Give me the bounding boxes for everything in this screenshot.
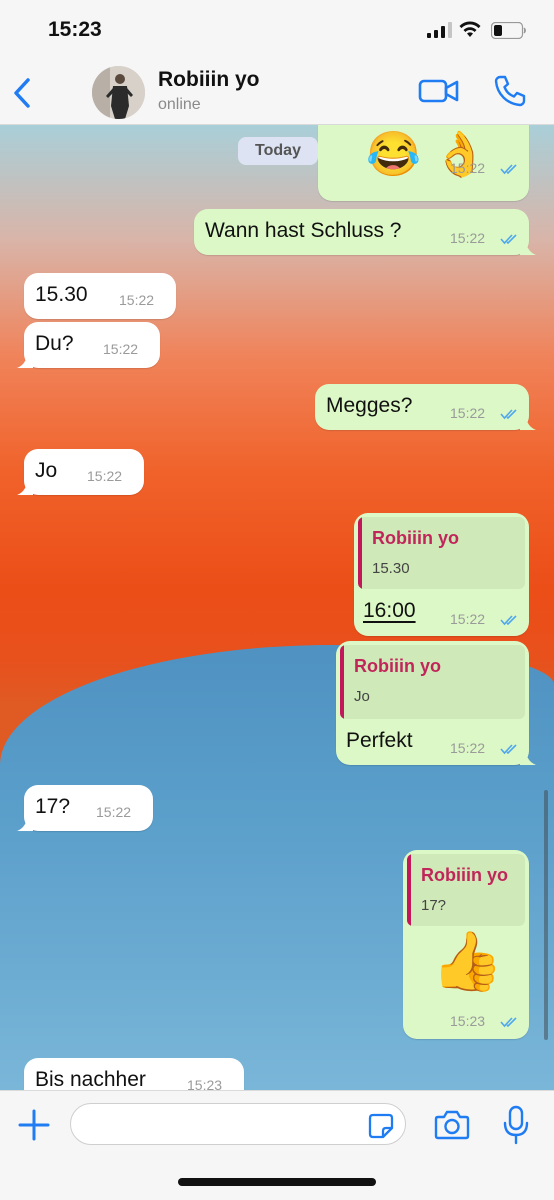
read-ticks-icon (500, 1017, 517, 1028)
bubble-tail (520, 414, 536, 430)
quoted-message[interactable]: Robiiin yo 15.30 (358, 517, 525, 589)
message-bubble-incoming[interactable]: 17? 15:22 (17, 785, 153, 831)
read-ticks-icon (500, 164, 517, 175)
chat-header: Robiiin yo online (0, 58, 554, 125)
battery-icon (491, 22, 526, 39)
read-ticks-icon (500, 409, 517, 420)
message-time: 15:22 (450, 230, 486, 246)
message-text: Bis nachher (35, 1068, 146, 1090)
sticker-icon[interactable] (368, 1113, 394, 1139)
contact-status: online (158, 96, 201, 113)
message-time: 15:22 (450, 611, 486, 627)
read-ticks-icon (500, 744, 517, 755)
message-text: Megges? (326, 394, 413, 417)
chat-area[interactable]: 😂👌 15:22 Today Wann hast Schluss ? 15:22… (0, 125, 554, 1090)
avatar-photo-icon (92, 66, 145, 119)
message-bubble-outgoing-reply[interactable]: Robiiin yo 15.30 16:00 15:22 (354, 513, 529, 636)
message-bubble-outgoing[interactable]: Megges? 15:22 (315, 384, 536, 430)
message-time: 15:22 (450, 740, 486, 756)
bubble-tail (17, 479, 33, 495)
quote-text: 17? (421, 897, 447, 914)
contact-avatar[interactable] (92, 66, 145, 119)
home-indicator[interactable] (178, 1178, 376, 1186)
message-bubble-incoming[interactable]: Jo 15:22 (17, 449, 144, 495)
message-bubble-outgoing[interactable]: Wann hast Schluss ? 15:22 (194, 209, 536, 255)
message-time: 15:22 (103, 341, 139, 357)
message-text: Du? (35, 332, 74, 355)
message-time: 15:23 (187, 1077, 223, 1090)
message-time: 15:22 (450, 160, 486, 176)
quote-bar (407, 854, 411, 926)
date-separator: Today (238, 137, 318, 165)
message-time: 15:22 (450, 405, 486, 421)
message-text: Wann hast Schluss ? (205, 219, 402, 242)
quoted-message[interactable]: Robiiin yo Jo (340, 645, 525, 719)
message-text: Perfekt (346, 729, 413, 752)
quote-author: Robiiin yo (354, 656, 441, 676)
phone-icon[interactable] (493, 74, 527, 108)
message-text: Jo (35, 459, 58, 482)
wifi-icon (459, 21, 481, 37)
quote-bar (340, 645, 344, 719)
cellular-signal-icon (427, 22, 452, 38)
message-time: 15:22 (87, 468, 123, 484)
quoted-message[interactable]: Robiiin yo 17? (407, 854, 525, 926)
message-emoji: 👍 (431, 929, 504, 994)
message-input[interactable] (70, 1103, 406, 1145)
plus-icon[interactable] (18, 1109, 50, 1141)
message-bubble-outgoing-reply[interactable]: Robiiin yo 17? 👍 15:23 (403, 850, 529, 1039)
bubble-tail (17, 815, 33, 831)
bubble-tail (520, 749, 536, 765)
microphone-icon[interactable] (503, 1105, 529, 1145)
message-bubble-incoming[interactable]: 15.30 15:22 (24, 273, 176, 319)
quote-text: Jo (354, 688, 370, 705)
message-bubble-outgoing-reply[interactable]: Robiiin yo Jo Perfekt 15:22 (336, 641, 536, 765)
status-time: 15:23 (48, 18, 102, 41)
bubble-tail (520, 239, 536, 255)
video-call-icon[interactable] (418, 76, 460, 106)
quote-text: 15.30 (372, 560, 410, 577)
quote-author: Robiiin yo (421, 865, 508, 885)
message-time: 15:22 (119, 292, 155, 308)
message-bubble-outgoing[interactable]: 😂👌 15:22 (318, 125, 529, 201)
contact-name[interactable]: Robiiin yo (158, 68, 260, 92)
message-text: 17? (35, 795, 71, 818)
message-bubble-incoming[interactable]: Bis nachher 15:23 (24, 1058, 244, 1090)
message-text: 15.30 (35, 283, 88, 306)
message-time: 15:23 (450, 1013, 486, 1029)
read-ticks-icon (500, 615, 517, 626)
message-bubble-incoming[interactable]: Du? 15:22 (17, 322, 160, 368)
quote-bar (358, 517, 362, 589)
message-text: 16:00 (363, 599, 416, 622)
quote-author: Robiiin yo (372, 528, 459, 548)
back-chevron-icon[interactable] (10, 76, 38, 110)
read-ticks-icon (500, 234, 517, 245)
message-time: 15:22 (96, 804, 132, 820)
scroll-indicator[interactable] (544, 790, 548, 1040)
bubble-tail (17, 352, 33, 368)
camera-icon[interactable] (434, 1109, 470, 1141)
status-bar: 15:23 (0, 0, 554, 58)
